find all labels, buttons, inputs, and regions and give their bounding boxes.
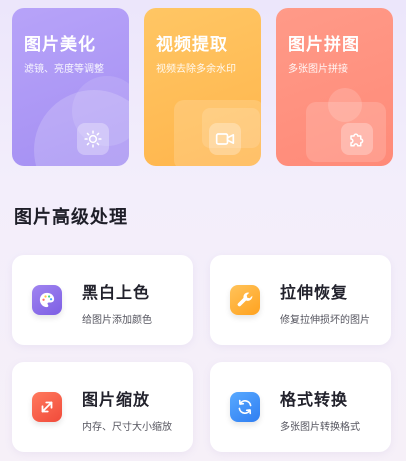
- photo-collage-subtitle: 多张图片拼接: [288, 64, 348, 75]
- image-resize-subtitle: 内存、尺寸大小缩放: [82, 422, 172, 433]
- format-convert-title: 格式转换: [280, 390, 349, 409]
- format-convert-tool-card[interactable]: 格式转换 多张图片转换格式: [210, 362, 391, 452]
- photo-beautify-subtitle: 滤镜、亮度等调整: [24, 64, 104, 75]
- stretch-restore-tool-card[interactable]: 拉伸恢复 修复拉伸损坏的图片: [210, 255, 391, 345]
- decorative-shape: [328, 88, 362, 122]
- image-resize-tool-card[interactable]: 图片缩放 内存、尺寸大小缩放: [12, 362, 193, 452]
- video-extract-subtitle: 视频去除多余水印: [156, 64, 236, 75]
- stretch-restore-subtitle: 修复拉伸损坏的图片: [280, 315, 370, 326]
- video-extract-card[interactable]: 视频提取 视频去除多余水印: [144, 8, 261, 166]
- video-camera-icon: [209, 123, 241, 155]
- photo-collage-card[interactable]: 图片拼图 多张图片拼接: [276, 8, 393, 166]
- colorize-title: 黑白上色: [82, 283, 151, 302]
- wrench-icon: [230, 285, 260, 315]
- resize-arrows-icon: [32, 392, 62, 422]
- photo-beautify-title: 图片美化: [24, 35, 96, 55]
- sun-icon: [77, 123, 109, 155]
- colorize-tool-card[interactable]: 黑白上色 给图片添加颜色: [12, 255, 193, 345]
- convert-icon: [230, 392, 260, 422]
- stretch-restore-title: 拉伸恢复: [280, 283, 349, 302]
- colorize-subtitle: 给图片添加颜色: [82, 315, 152, 326]
- palette-icon: [32, 285, 62, 315]
- video-extract-title: 视频提取: [156, 35, 228, 55]
- puzzle-icon: [341, 123, 373, 155]
- photo-collage-title: 图片拼图: [288, 35, 360, 55]
- image-resize-title: 图片缩放: [82, 390, 151, 409]
- photo-beautify-card[interactable]: 图片美化 滤镜、亮度等调整: [12, 8, 129, 166]
- format-convert-subtitle: 多张图片转换格式: [280, 422, 360, 433]
- section-title: 图片高级处理: [14, 207, 128, 228]
